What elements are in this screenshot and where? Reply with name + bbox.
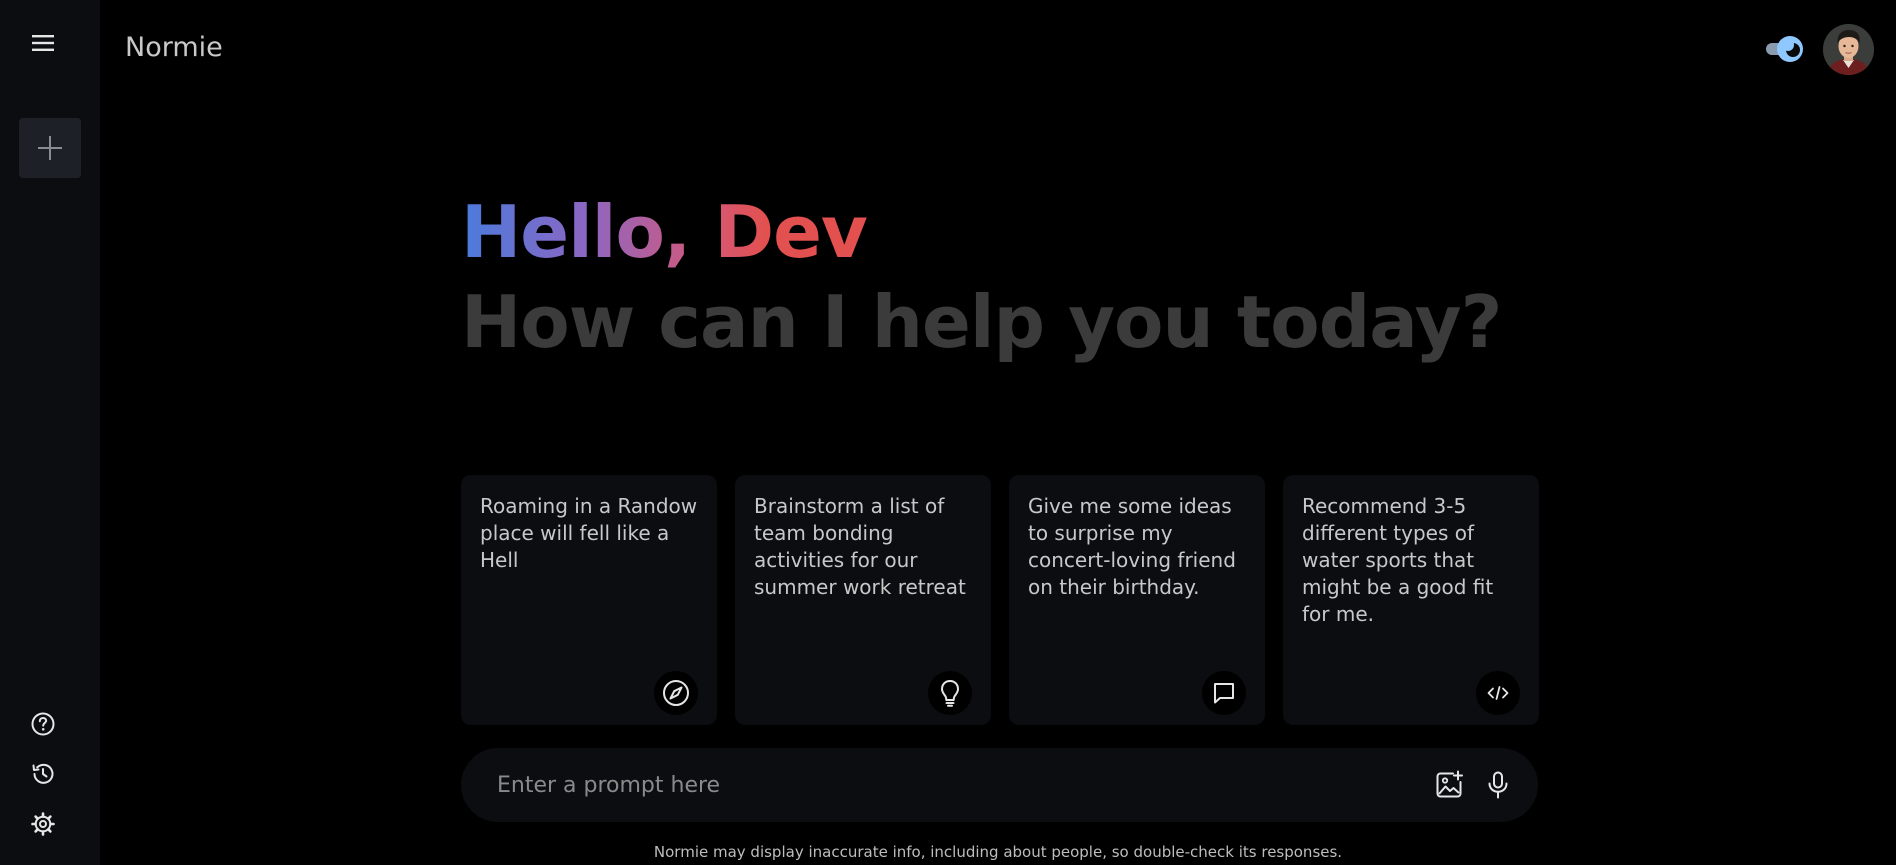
hamburger-icon [32, 35, 54, 51]
history-button[interactable] [28, 759, 58, 789]
settings-icon [31, 812, 55, 836]
suggestion-cards: Roaming in a Randow place will fell like… [461, 475, 1539, 725]
moon-toggle-icon [1766, 36, 1803, 62]
add-image-icon [1436, 770, 1463, 798]
plus-icon [38, 136, 62, 160]
new-chat-button[interactable] [19, 118, 81, 178]
suggestion-card-text: Roaming in a Randow place will fell like… [480, 494, 698, 572]
add-image-button[interactable] [1430, 766, 1468, 804]
app-title: Normie [125, 32, 223, 63]
help-button[interactable] [28, 709, 58, 739]
settings-button[interactable] [28, 809, 58, 839]
code-icon [1487, 686, 1509, 700]
help-icon [31, 712, 55, 736]
disclaimer-text: Normie may display inaccurate info, incl… [653, 843, 1343, 861]
compass-icon [663, 680, 689, 706]
suggestion-card-1[interactable]: Roaming in a Randow place will fell like… [461, 475, 717, 725]
greeting-hello: Hello, Dev [461, 190, 868, 274]
suggestion-card-4[interactable]: Recommend 3-5 different types of water s… [1283, 475, 1539, 725]
history-icon [32, 763, 54, 784]
message-icon [1214, 683, 1234, 704]
suggestion-card-icon [654, 671, 698, 715]
prompt-bar [461, 748, 1538, 822]
greeting-subtitle: How can I help you today? [461, 280, 1502, 364]
suggestion-card-text: Recommend 3-5 different types of water s… [1302, 494, 1494, 626]
sidebar [0, 0, 100, 865]
suggestion-card-text: Brainstorm a list of team bonding activi… [754, 494, 966, 599]
app-root: Normie Hello, Dev How can I help you tod… [0, 0, 1896, 865]
theme-toggle[interactable] [1764, 35, 1804, 63]
suggestion-card-icon [1202, 671, 1246, 715]
menu-button[interactable] [24, 28, 62, 58]
suggestion-card-3[interactable]: Give me some ideas to surprise my concer… [1009, 475, 1265, 725]
suggestion-card-icon [928, 671, 972, 715]
lightbulb-icon [941, 680, 959, 707]
suggestion-card-2[interactable]: Brainstorm a list of team bonding activi… [735, 475, 991, 725]
user-avatar-icon [1823, 24, 1874, 75]
prompt-input[interactable] [497, 748, 1357, 822]
avatar[interactable] [1823, 24, 1874, 75]
suggestion-card-text: Give me some ideas to surprise my concer… [1028, 494, 1236, 599]
microphone-button[interactable] [1479, 766, 1517, 804]
microphone-icon [1488, 771, 1508, 799]
suggestion-card-icon [1476, 671, 1520, 715]
